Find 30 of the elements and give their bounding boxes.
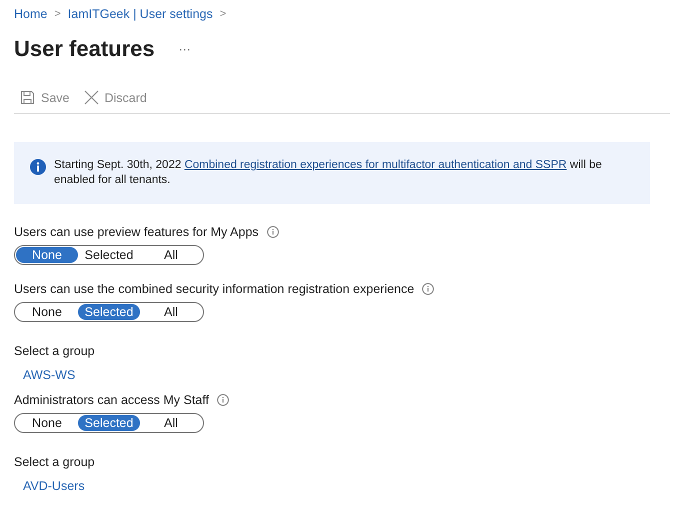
toggle-option[interactable]: None [16, 304, 78, 320]
banner-link[interactable]: Combined registration experiences for multifactor authentication and SSPR [184, 159, 567, 171]
chevron-separator: > [220, 8, 226, 20]
group-label: Select a group [14, 344, 96, 358]
info-icon[interactable] [216, 394, 229, 406]
toggle-option[interactable]: Selected [78, 247, 140, 263]
toggle-option[interactable]: All [140, 247, 202, 263]
setting-label: Users can use the combined security information registration experience [14, 282, 414, 296]
toggle-option[interactable]: Selected [78, 415, 140, 431]
toggle-option[interactable]: All [140, 304, 202, 320]
banner-message: Starting Sept. 30th, 2022 Combined registration experiences for multifactor authentication and SSPR will be enabled for all tenants. [54, 158, 603, 188]
group-link[interactable]: AVD-Users [23, 479, 642, 493]
more-button[interactable]: ··· [178, 42, 191, 56]
toggle-option[interactable]: None [16, 247, 78, 263]
breadcrumb-link[interactable]: Home [14, 7, 48, 21]
setting-label: Administrators can access My Staff [14, 393, 209, 407]
setting-label: Users can use preview features for My Apps [14, 225, 259, 239]
close-icon [84, 90, 98, 105]
group-link[interactable]: AWS-WS [23, 368, 642, 382]
save-icon [20, 90, 35, 105]
group-label: Select a group [14, 455, 96, 469]
info-icon[interactable] [422, 283, 434, 295]
toggle-option[interactable]: None [16, 415, 78, 431]
info-icon[interactable] [266, 226, 279, 238]
info-icon [30, 159, 46, 175]
page-title: User features [14, 36, 155, 62]
toggle-option[interactable]: All [140, 415, 202, 431]
chevron-separator: > [54, 8, 61, 20]
toggle-option[interactable]: Selected [78, 304, 140, 320]
breadcrumb-link[interactable]: IamITGeek | User settings [68, 7, 213, 21]
